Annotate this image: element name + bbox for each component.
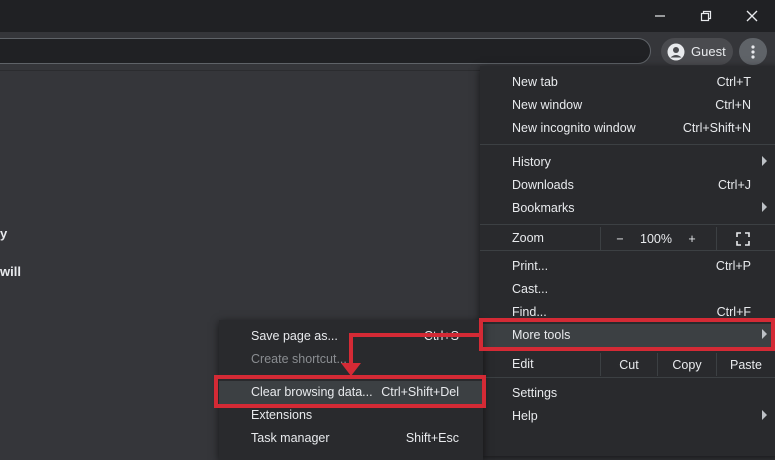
annotation-arrow: [341, 333, 481, 376]
